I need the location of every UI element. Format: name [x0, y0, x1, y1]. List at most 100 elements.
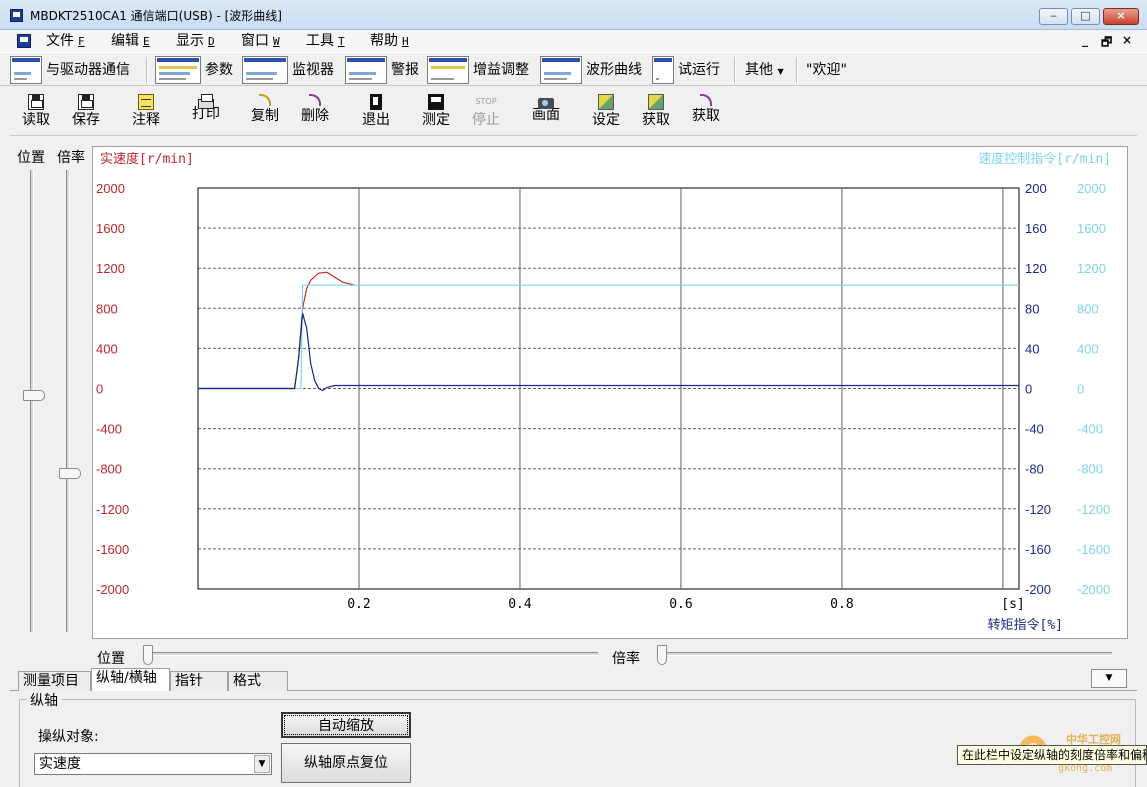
auto-zoom-button[interactable]: 自动缩放 — [281, 712, 411, 738]
get-curve-icon — [700, 94, 712, 106]
chevron-down-icon[interactable]: ▼ — [254, 755, 270, 773]
vertical-position-slider-thumb[interactable] — [23, 389, 45, 401]
horizontal-position-slider[interactable] — [146, 652, 598, 656]
measure-icon — [428, 94, 444, 110]
y-right-outer-tick-label: -800 — [1077, 462, 1103, 477]
mdi-document-icon[interactable] — [17, 34, 31, 48]
screen-button-label: 画面 — [532, 107, 560, 123]
menu-help-accel: H — [402, 35, 409, 48]
y-right-inner-tick-label: -120 — [1025, 502, 1051, 517]
exit-button-label: 退出 — [362, 112, 390, 128]
menu-tools-accel: T — [338, 35, 345, 48]
y-right-inner-tick-label: -40 — [1025, 422, 1044, 437]
y-left-tick-label: 2000 — [96, 181, 125, 196]
panel-dropdown-button[interactable]: ▼ — [1091, 669, 1127, 688]
maximize-button[interactable]: □ — [1071, 8, 1100, 25]
vertical-scale-slider-thumb[interactable] — [59, 468, 81, 480]
menu-help-label: 帮助 — [370, 33, 398, 49]
copy-curve-icon — [259, 94, 271, 106]
get-button[interactable]: 获取 — [635, 94, 677, 134]
y-right-inner-tick-label: 200 — [1025, 181, 1047, 196]
target-select-value: 实速度 — [39, 756, 81, 772]
comm-button[interactable]: 与驱动器通信 — [46, 56, 130, 84]
menu-edit[interactable]: 编辑 E — [111, 32, 150, 51]
y-right-outer-tick-label: 1200 — [1077, 261, 1106, 276]
close-button[interactable]: × — [1103, 8, 1139, 25]
gain-thumbnail-icon — [427, 56, 469, 84]
waveform-button[interactable]: 波形曲线 — [586, 56, 642, 84]
exit-icon — [370, 94, 382, 110]
y-right-outer-tick-label: -1600 — [1077, 542, 1110, 557]
comm-thumbnail-icon — [10, 56, 42, 84]
y-right-inner-tick-label: -200 — [1025, 582, 1051, 597]
y-left-tick-label: -400 — [96, 422, 122, 437]
menu-tools[interactable]: 工具 T — [306, 32, 345, 51]
menu-file-accel: F — [78, 35, 85, 48]
menu-file-label: 文件 — [46, 33, 74, 49]
main-toolbar: 与驱动器通信 参数 监视器 警报 增益调整 波形曲线 试运行 其他 ▼ "欢迎" — [0, 52, 1147, 86]
get-curve-button[interactable]: 获取 — [685, 94, 727, 134]
toolbar-separator — [734, 57, 736, 83]
trial-run-button[interactable]: 试运行 — [678, 56, 720, 84]
menu-window[interactable]: 窗口 W — [241, 32, 280, 51]
waveform-chart[interactable]: 0.2 0.4 0.6 0.8 [s] 2000 200 2000 1600 160 1600 120… — [93, 147, 1129, 640]
stop-button[interactable]: STOP 停止 — [465, 94, 507, 134]
read-button[interactable]: 读取 — [15, 94, 57, 134]
other-dropdown-label: 其他 — [745, 62, 773, 78]
exit-button[interactable]: 退出 — [355, 94, 397, 134]
menu-view[interactable]: 显示 D — [176, 32, 215, 51]
mdi-restore-button[interactable]: 🗗 — [1101, 33, 1112, 54]
horizontal-scale-slider-thumb[interactable] — [657, 645, 667, 665]
tab-measurement-items[interactable]: 测量项目 — [18, 671, 91, 691]
measure-button[interactable]: 测定 — [415, 94, 457, 134]
copy-button[interactable]: 复制 — [244, 94, 286, 134]
tab-format[interactable]: 格式 — [228, 671, 288, 691]
horizontal-scale-label: 倍率 — [612, 651, 640, 667]
tab-vertical-horizontal-axis[interactable]: 纵轴/横轴 — [91, 668, 170, 691]
horizontal-scale-slider[interactable] — [660, 652, 1112, 656]
y-right-outer-tick-label: -1200 — [1077, 502, 1110, 517]
watermark-url: gkong.com — [1058, 763, 1113, 774]
right-outer-axis-title: 速度控制指令[r/min] — [978, 151, 1111, 167]
set-button-label: 设定 — [592, 112, 620, 128]
x-tick-label: 0.6 — [669, 597, 692, 612]
mdi-close-button[interactable]: × — [1122, 33, 1132, 47]
copy-button-label: 复制 — [251, 108, 279, 124]
mdi-minimize-button[interactable]: _ — [1082, 33, 1088, 47]
y-right-inner-tick-label: 40 — [1025, 341, 1039, 356]
params-button[interactable]: 参数 — [205, 56, 233, 84]
vertical-scale-slider[interactable] — [66, 170, 70, 632]
reset-origin-button[interactable]: 纵轴原点复位 — [281, 743, 411, 783]
tab-cursor[interactable]: 指针 — [170, 671, 228, 691]
other-dropdown[interactable]: 其他 ▼ — [745, 56, 784, 84]
y-right-outer-tick-label: 800 — [1077, 301, 1099, 316]
waveform-graph[interactable]: 0.2 0.4 0.6 0.8 [s] 2000 200 2000 1600 160 1600 120… — [92, 146, 1128, 639]
gain-button[interactable]: 增益调整 — [473, 56, 529, 84]
x-unit-label: [s] — [1001, 597, 1024, 612]
set-button[interactable]: 设定 — [585, 94, 627, 134]
annotate-button[interactable]: 注释 — [125, 94, 167, 134]
screen-button[interactable]: 画面 — [525, 94, 567, 134]
monitor-button[interactable]: 监视器 — [292, 56, 334, 84]
save-button-label: 保存 — [72, 112, 100, 128]
watermark-text: 中华工控网 — [1066, 733, 1121, 746]
delete-button[interactable]: 删除 — [294, 94, 336, 134]
save-button[interactable]: 保存 — [65, 94, 107, 134]
get-curve-button-label: 获取 — [692, 108, 720, 124]
minimize-button[interactable]: ‒ — [1039, 8, 1068, 25]
toolbar-separator — [146, 57, 148, 83]
target-select[interactable]: 实速度 ▼ — [34, 753, 272, 775]
annotate-button-label: 注释 — [132, 112, 160, 128]
welcome-button[interactable]: "欢迎" — [806, 56, 847, 84]
read-button-label: 读取 — [22, 112, 50, 128]
print-button[interactable]: 打印 — [185, 94, 227, 134]
menu-file[interactable]: 文件 F — [46, 32, 85, 51]
x-tick-label: 0.2 — [347, 597, 370, 612]
trial-thumbnail-icon — [652, 56, 674, 84]
vertical-position-slider[interactable] — [30, 170, 34, 632]
menu-window-accel: W — [273, 35, 280, 48]
delete-button-label: 删除 — [301, 108, 329, 124]
horizontal-position-slider-thumb[interactable] — [143, 645, 153, 665]
alarm-button[interactable]: 警报 — [391, 56, 419, 84]
menu-help[interactable]: 帮助 H — [370, 32, 409, 51]
